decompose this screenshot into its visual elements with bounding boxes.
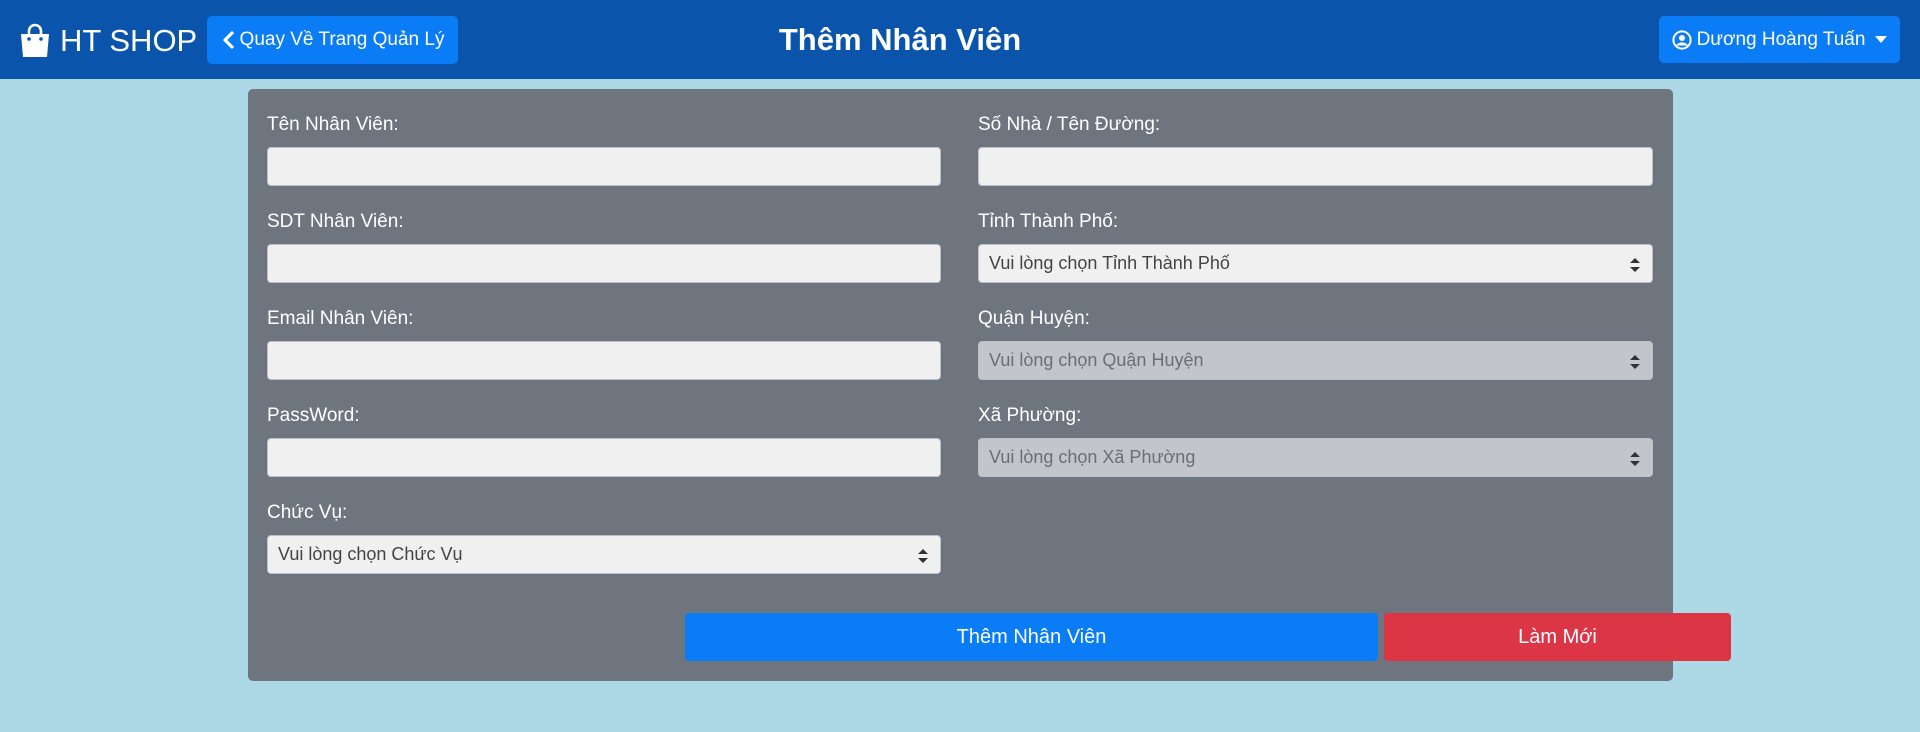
password-label: PassWord: bbox=[267, 405, 360, 426]
reset-button-label: Làm Mới bbox=[1518, 625, 1597, 648]
add-employee-button-label: Thêm Nhân Viên bbox=[956, 625, 1107, 648]
select-arrows-icon bbox=[918, 549, 928, 563]
province-select[interactable]: Vui lòng chọn Tỉnh Thành Phố bbox=[978, 244, 1653, 283]
employee-name-input[interactable] bbox=[267, 147, 941, 186]
position-select[interactable]: Vui lòng chọn Chức Vụ bbox=[267, 535, 941, 574]
select-arrows-icon bbox=[1630, 258, 1640, 272]
reset-button[interactable]: Làm Mới bbox=[1384, 613, 1731, 661]
employee-email-label: Email Nhân Viên: bbox=[267, 308, 414, 329]
brand-logo[interactable]: HT SHOP bbox=[18, 22, 197, 60]
password-input[interactable] bbox=[267, 438, 941, 477]
district-select[interactable]: Vui lòng chọn Quận Huyện bbox=[978, 341, 1653, 380]
select-arrows-icon bbox=[1630, 355, 1640, 369]
district-label: Quận Huyện: bbox=[978, 308, 1090, 329]
position-label: Chức Vụ: bbox=[267, 502, 348, 523]
page-title: Thêm Nhân Viên bbox=[778, 22, 1022, 57]
employee-phone-label: SDT Nhân Viên: bbox=[267, 211, 404, 232]
caret-down-icon bbox=[1875, 35, 1888, 43]
street-address-input[interactable] bbox=[978, 147, 1653, 186]
street-address-label: Số Nhà / Tên Đường: bbox=[978, 114, 1161, 135]
brand-name: HT SHOP bbox=[60, 23, 198, 58]
back-to-admin-button[interactable]: Quay Về Trang Quản Lý bbox=[207, 16, 458, 64]
top-navbar: HT SHOP Quay Về Trang Quản Lý Thêm Nhân … bbox=[0, 0, 1920, 79]
user-name: Dương Hoàng Tuấn bbox=[1696, 28, 1866, 50]
add-employee-button[interactable]: Thêm Nhân Viên bbox=[685, 613, 1378, 661]
employee-form-panel: Tên Nhân Viên: SDT Nhân Viên: Email Nhân… bbox=[248, 89, 1731, 681]
shopping-bag-icon bbox=[21, 23, 49, 57]
ward-label: Xã Phường: bbox=[978, 405, 1082, 426]
district-select-value: Vui lòng chọn Quận Huyện bbox=[989, 350, 1204, 370]
chevron-left-icon bbox=[222, 31, 234, 49]
ward-select[interactable]: Vui lòng chọn Xã Phường bbox=[978, 438, 1653, 477]
position-select-value: Vui lòng chọn Chức Vụ bbox=[278, 544, 463, 564]
user-menu-button[interactable]: Dương Hoàng Tuấn bbox=[1659, 16, 1900, 63]
employee-email-input[interactable] bbox=[267, 341, 941, 380]
employee-phone-input[interactable] bbox=[267, 244, 941, 283]
user-circle-icon bbox=[1671, 29, 1692, 50]
select-arrows-icon bbox=[1630, 452, 1640, 466]
province-select-value: Vui lòng chọn Tỉnh Thành Phố bbox=[989, 253, 1230, 273]
province-label: Tỉnh Thành Phố: bbox=[978, 211, 1119, 232]
ward-select-value: Vui lòng chọn Xã Phường bbox=[989, 447, 1196, 467]
employee-name-label: Tên Nhân Viên: bbox=[267, 114, 399, 135]
back-button-label: Quay Về Trang Quản Lý bbox=[239, 29, 445, 50]
